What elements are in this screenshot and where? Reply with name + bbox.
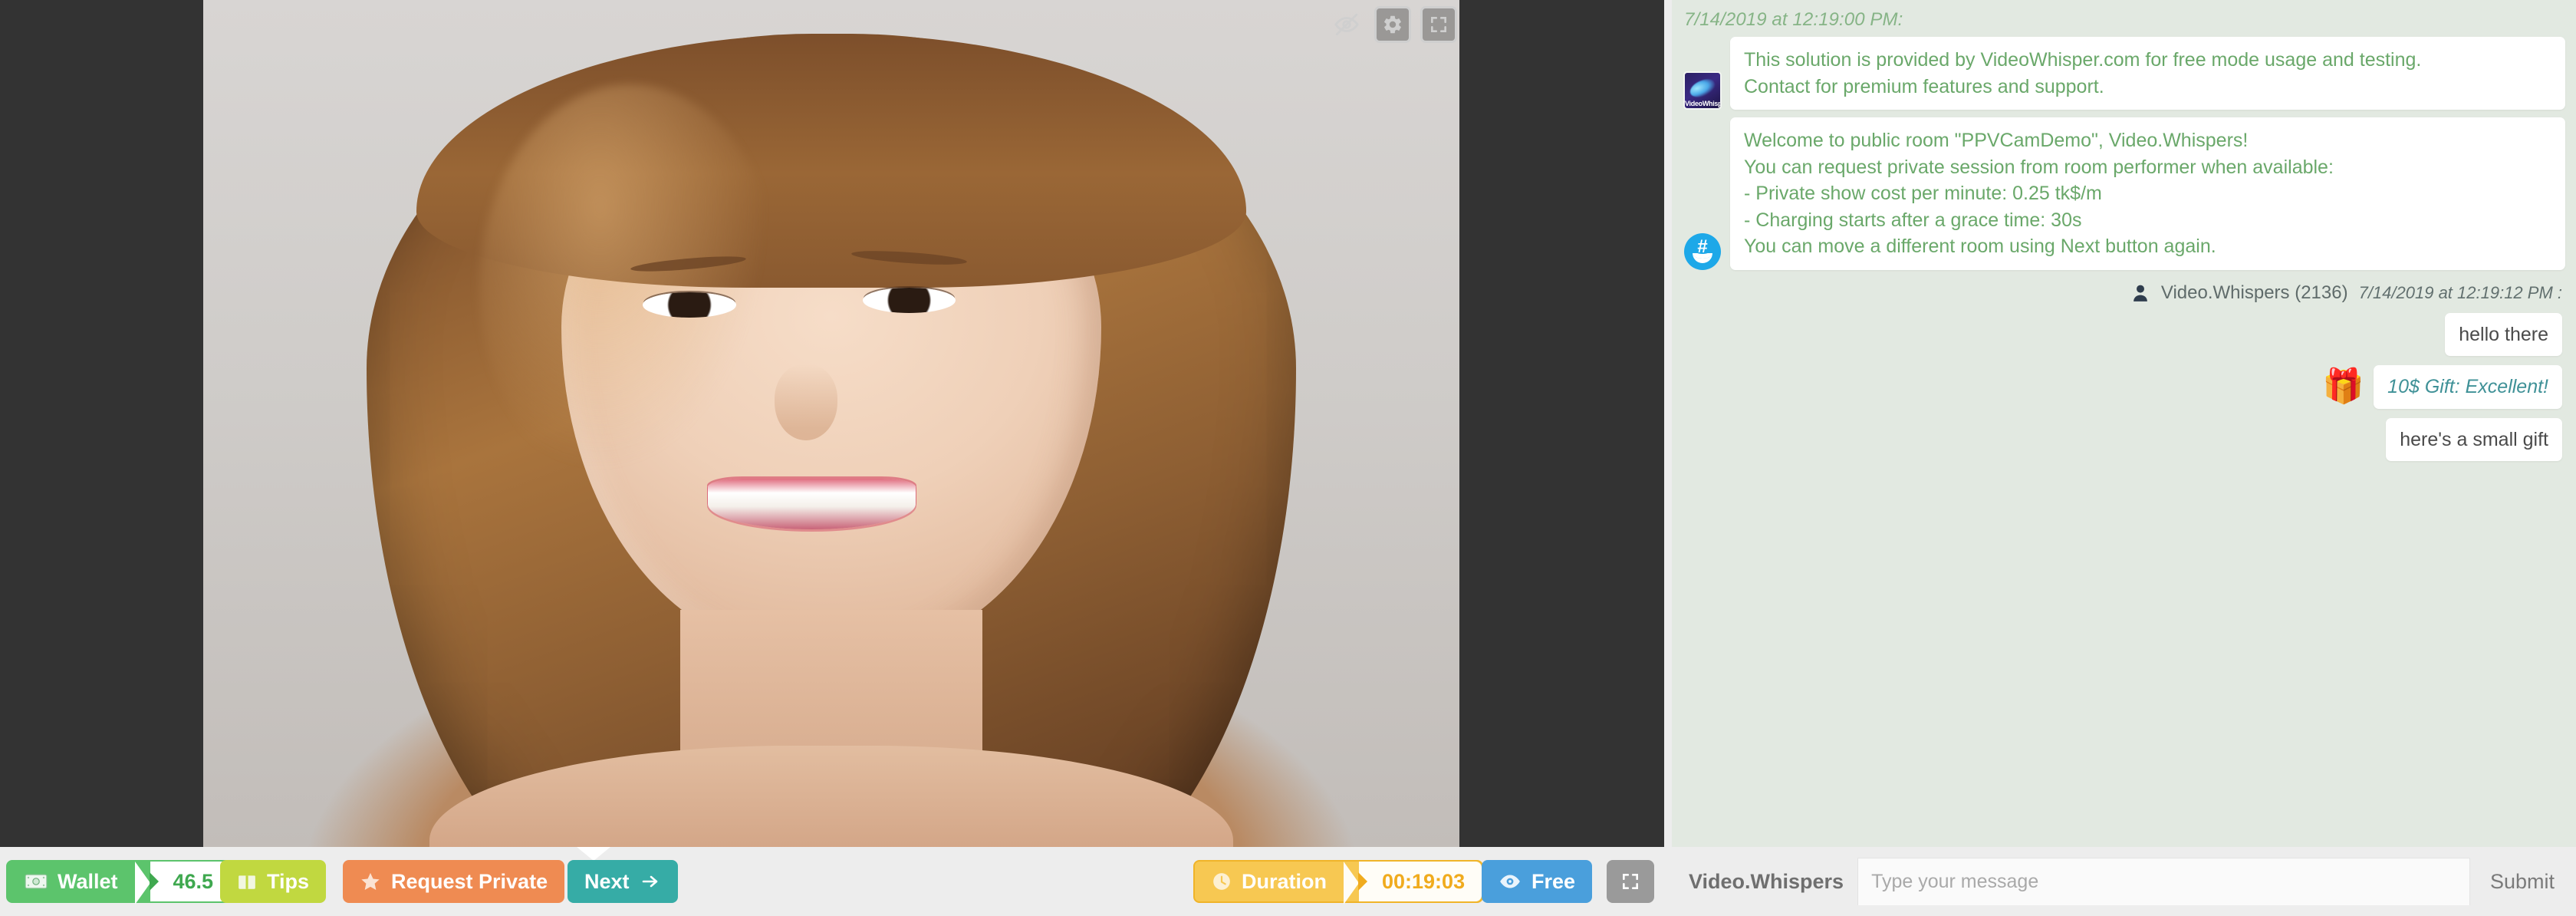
chat-line: - Charging starts after a grace time: 30… [1744,209,2082,231]
chat-message-user: hello there [1683,312,2565,356]
fullscreen-toggle-button[interactable] [1607,860,1654,903]
star-icon [360,871,381,892]
chat-bubble: 10$ Gift: Excellent! [2374,365,2562,409]
arrow-right-icon [640,872,661,891]
mode-free-button[interactable]: Free [1482,860,1593,903]
chat-line: - Private show cost per minute: 0.25 tk$… [1744,183,2102,204]
chat-line: You can request private session from roo… [1744,156,2334,178]
gift-emoji-icon: 🎁 [2322,367,2365,406]
tips-button[interactable]: Tips [220,860,327,903]
chat-line: You can move a different room using Next… [1744,236,2216,257]
chat-line: Contact for premium features and support… [1744,75,2104,97]
chat-message-system: # Welcome to public room "PPVCamDemo", V… [1683,117,2565,270]
video-stage[interactable] [0,0,1664,847]
eye-icon [1499,873,1522,890]
request-private-button[interactable]: Request Private [343,860,565,903]
chat-input-bar: Video.Whispers Submit [1672,847,2576,916]
chat-user-timestamp: 7/14/2019 at 12:19:12 PM : [2358,282,2562,302]
fullscreen-icon[interactable] [1420,6,1457,43]
expand-icon [1620,872,1640,891]
duration-label: Duration [1242,869,1327,893]
next-button-notch [577,847,610,861]
chat-message-input[interactable] [1857,858,2470,905]
chat-input-username: Video.Whispers [1689,869,1844,893]
video-stream-image [203,0,1459,847]
chat-username: Video.Whispers (2136) [2160,282,2348,303]
duration-button[interactable]: Duration 00:19:03 [1193,860,1484,904]
chat-user-header: Video.Whispers (2136) 7/14/2019 at 12:19… [1683,282,2562,304]
video-player[interactable] [203,0,1459,847]
wallet-value: 46.5 [150,862,231,901]
chat-message-user: here's a small gift [1683,417,2565,461]
clock-icon [1212,872,1232,891]
chat-bubble: hello there [2445,312,2562,356]
videowhisper-logo-text: VideoWhisper [1685,100,1722,107]
wallet-button[interactable]: Wallet 46.5 [6,860,232,904]
chat-message-system: VideoWhisper This solution is provided b… [1683,37,2565,110]
chat-line: Welcome to public room "PPVCamDemo", Vid… [1744,130,2249,151]
bottom-toolbar: Wallet 46.5 Tips Request Private Next Du… [0,847,1664,916]
gift-box-icon [237,872,257,891]
tips-label: Tips [267,869,310,893]
settings-icon[interactable] [1374,6,1411,43]
money-icon [25,873,48,890]
mode-label: Free [1531,869,1576,893]
hide-video-icon[interactable] [1328,6,1365,43]
hash-smile-icon: # [1684,232,1721,270]
chat-bubble: here's a small gift [2386,417,2562,461]
video-controls [1328,6,1457,43]
video-column [0,0,1664,847]
chat-line: This solution is provided by VideoWhispe… [1744,49,2422,71]
chat-message-user-gift: 🎁 10$ Gift: Excellent! [1683,365,2565,409]
person-icon [2130,283,2150,303]
chat-timestamp: 7/14/2019 at 12:19:00 PM: [1684,9,1903,30]
next-label: Next [584,869,630,893]
app-root: Wallet 46.5 Tips Request Private Next Du… [0,0,2576,916]
wallet-label: Wallet [58,869,118,893]
chat-bubble: Welcome to public room "PPVCamDemo", Vid… [1730,117,2565,270]
duration-value: 00:19:03 [1359,862,1482,901]
chat-submit-button[interactable]: Submit [2470,870,2576,894]
videowhisper-logo-icon: VideoWhisper [1683,71,1722,110]
chat-panel[interactable]: 7/14/2019 at 12:19:00 PM: VideoWhisper T… [1672,0,2576,847]
next-button[interactable]: Next [568,860,678,903]
request-private-label: Request Private [391,869,548,893]
chat-bubble: This solution is provided by VideoWhispe… [1730,37,2565,110]
avatar-slot: # [1683,232,1722,270]
avatar-slot: VideoWhisper [1683,71,1722,110]
chat-message-list: 7/14/2019 at 12:19:00 PM: VideoWhisper T… [1672,0,2576,847]
